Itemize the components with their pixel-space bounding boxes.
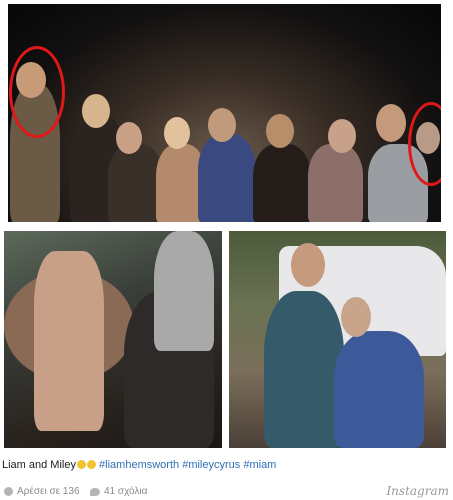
person-figure xyxy=(198,134,256,222)
hand-shape xyxy=(34,251,104,431)
person-head xyxy=(376,104,406,142)
hashtag-link[interactable]: #miam xyxy=(243,459,276,471)
comment-icon xyxy=(90,487,100,496)
person-figure xyxy=(334,331,424,448)
comments-stat[interactable]: 41 σχόλια xyxy=(90,486,147,497)
street-photo xyxy=(229,231,446,448)
instagram-logo: Instagram xyxy=(386,484,449,498)
hashtag-link[interactable]: #mileycyrus xyxy=(182,459,240,471)
group-photo xyxy=(8,4,441,222)
comments-count: 41 σχόλια xyxy=(104,486,148,497)
caption-text: Liam and Miley xyxy=(2,459,76,471)
emoji-icon xyxy=(76,460,86,469)
person-head xyxy=(164,117,190,149)
drinking-photo xyxy=(4,231,222,448)
highlight-circle-left xyxy=(9,46,65,138)
person-head xyxy=(208,108,236,142)
person-head xyxy=(341,297,371,337)
likes-stat[interactable]: Αρέσει σε 136 xyxy=(4,486,80,497)
heart-icon xyxy=(4,487,13,496)
person-head xyxy=(116,122,142,154)
emoji-icon xyxy=(86,460,96,469)
post-stats-bar: Αρέσει σε 136 41 σχόλια Instagram xyxy=(0,484,453,500)
person-figure xyxy=(308,144,363,222)
person-head xyxy=(266,114,294,148)
post-caption: Liam and Miley #liamhemsworth #mileycyru… xyxy=(2,459,276,471)
person-head xyxy=(328,119,356,153)
person-figure xyxy=(154,231,214,351)
person-figure xyxy=(264,291,344,448)
person-head xyxy=(82,94,110,128)
person-figure xyxy=(253,144,311,222)
likes-count: Αρέσει σε 136 xyxy=(17,486,80,497)
person-head xyxy=(291,243,325,287)
hashtag-link[interactable]: #liamhemsworth xyxy=(99,459,179,471)
person-figure xyxy=(108,144,163,222)
